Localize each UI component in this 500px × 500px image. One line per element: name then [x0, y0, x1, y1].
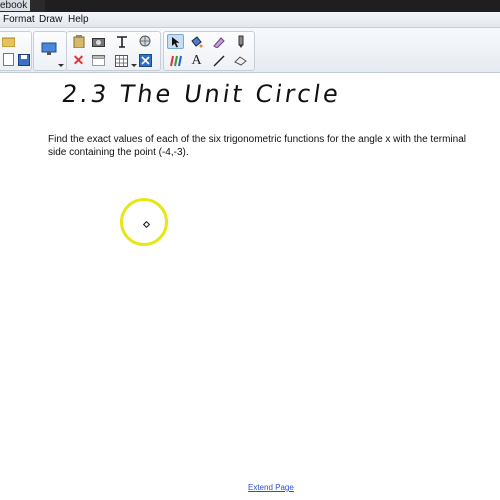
menu-help[interactable]: Help [68, 14, 89, 25]
pens-icon[interactable] [167, 53, 184, 68]
text-format-icon[interactable]: A [188, 53, 205, 68]
fill-bucket-icon[interactable] [188, 34, 205, 49]
handwritten-title: 2.3 The Unit Circle [60, 80, 343, 108]
toolbar-draw-group: A [163, 31, 255, 71]
title-bar-background [45, 0, 500, 12]
toolbar-insert-group: ✕ [66, 31, 161, 71]
magic-pen-icon[interactable] [232, 34, 249, 49]
save-icon[interactable] [15, 52, 32, 67]
paste-icon[interactable] [70, 34, 87, 49]
toolbar-file-group [0, 31, 32, 71]
screen-shade-icon[interactable] [90, 53, 107, 68]
eraser-pen-icon[interactable] [210, 34, 227, 49]
chevron-down-icon[interactable] [58, 64, 64, 67]
menu-draw[interactable]: Draw [39, 14, 62, 25]
screen-display-icon[interactable] [40, 41, 57, 56]
extend-page-link[interactable]: Extend Page [248, 483, 294, 492]
menu-format[interactable]: Format [3, 14, 35, 25]
eraser-icon[interactable] [232, 53, 249, 68]
window-title: ebook [0, 0, 31, 11]
text-tool-icon[interactable] [113, 34, 130, 49]
close-box-icon[interactable] [137, 53, 154, 68]
menu-bar: Format Draw Help [0, 12, 500, 28]
camera-icon[interactable] [90, 34, 107, 49]
problem-statement: Find the exact values of each of the six… [48, 134, 466, 158]
table-icon[interactable] [113, 53, 130, 68]
toolbar: ✕ A [0, 28, 500, 73]
toolbar-display-group [33, 31, 67, 71]
title-bar: ebook [0, 0, 500, 12]
line-tool-icon[interactable] [210, 53, 227, 68]
shapes-globe-icon[interactable] [137, 34, 154, 49]
open-folder-icon[interactable] [0, 34, 17, 49]
delete-icon[interactable]: ✕ [70, 53, 87, 68]
select-arrow-icon[interactable] [167, 34, 184, 49]
chevron-down-icon[interactable] [131, 64, 137, 67]
